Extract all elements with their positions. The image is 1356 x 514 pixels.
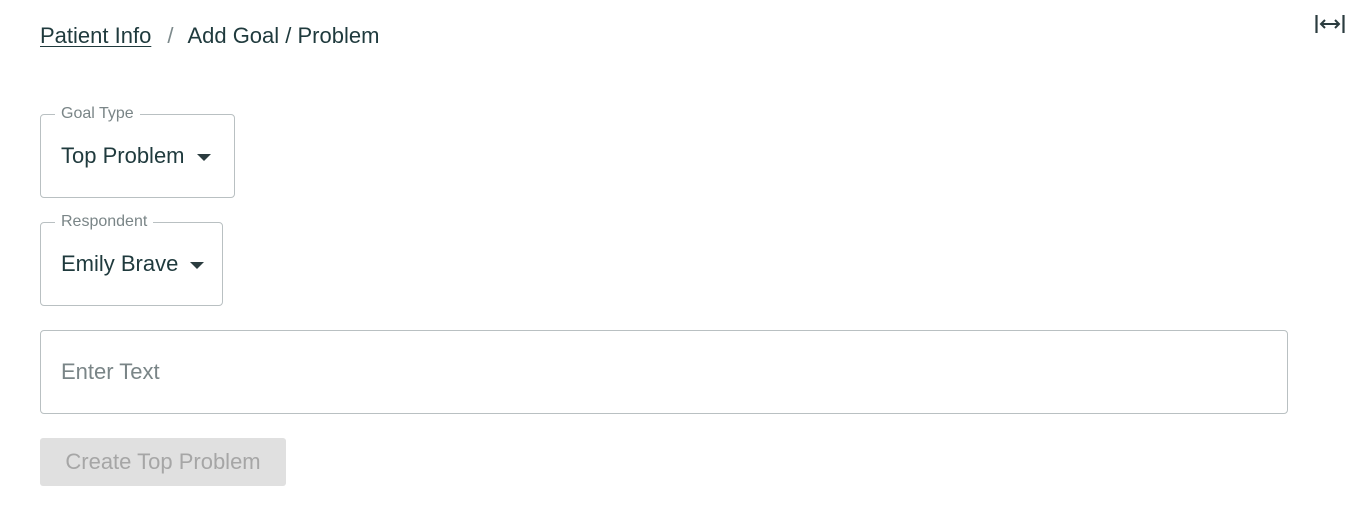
goal-type-value-wrap[interactable]: Top Problem [61, 143, 211, 169]
create-top-problem-button[interactable]: Create Top Problem [40, 438, 286, 486]
breadcrumb: Patient Info / Add Goal / Problem [40, 20, 379, 52]
respondent-select[interactable]: Respondent Emily Brave [40, 212, 223, 306]
add-goal-page: Patient Info / Add Goal / Problem Goal T… [0, 0, 1356, 514]
respondent-value: Emily Brave [61, 251, 179, 276]
expand-horizontal-icon [1315, 15, 1345, 33]
breadcrumb-separator: / [167, 23, 174, 48]
problem-text-input[interactable] [40, 330, 1288, 414]
expand-width-button[interactable] [1314, 10, 1346, 38]
goal-type-label: Goal Type [55, 104, 140, 124]
caret-down-icon [190, 261, 205, 269]
respondent-value-wrap[interactable]: Emily Brave [61, 251, 205, 277]
breadcrumb-current: Add Goal / Problem [187, 23, 380, 48]
caret-down-icon [196, 153, 211, 161]
respondent-label: Respondent [55, 212, 154, 232]
goal-type-select[interactable]: Goal Type Top Problem [40, 104, 235, 198]
breadcrumb-link-patient-info[interactable]: Patient Info [40, 23, 151, 49]
goal-type-value: Top Problem [61, 143, 185, 168]
